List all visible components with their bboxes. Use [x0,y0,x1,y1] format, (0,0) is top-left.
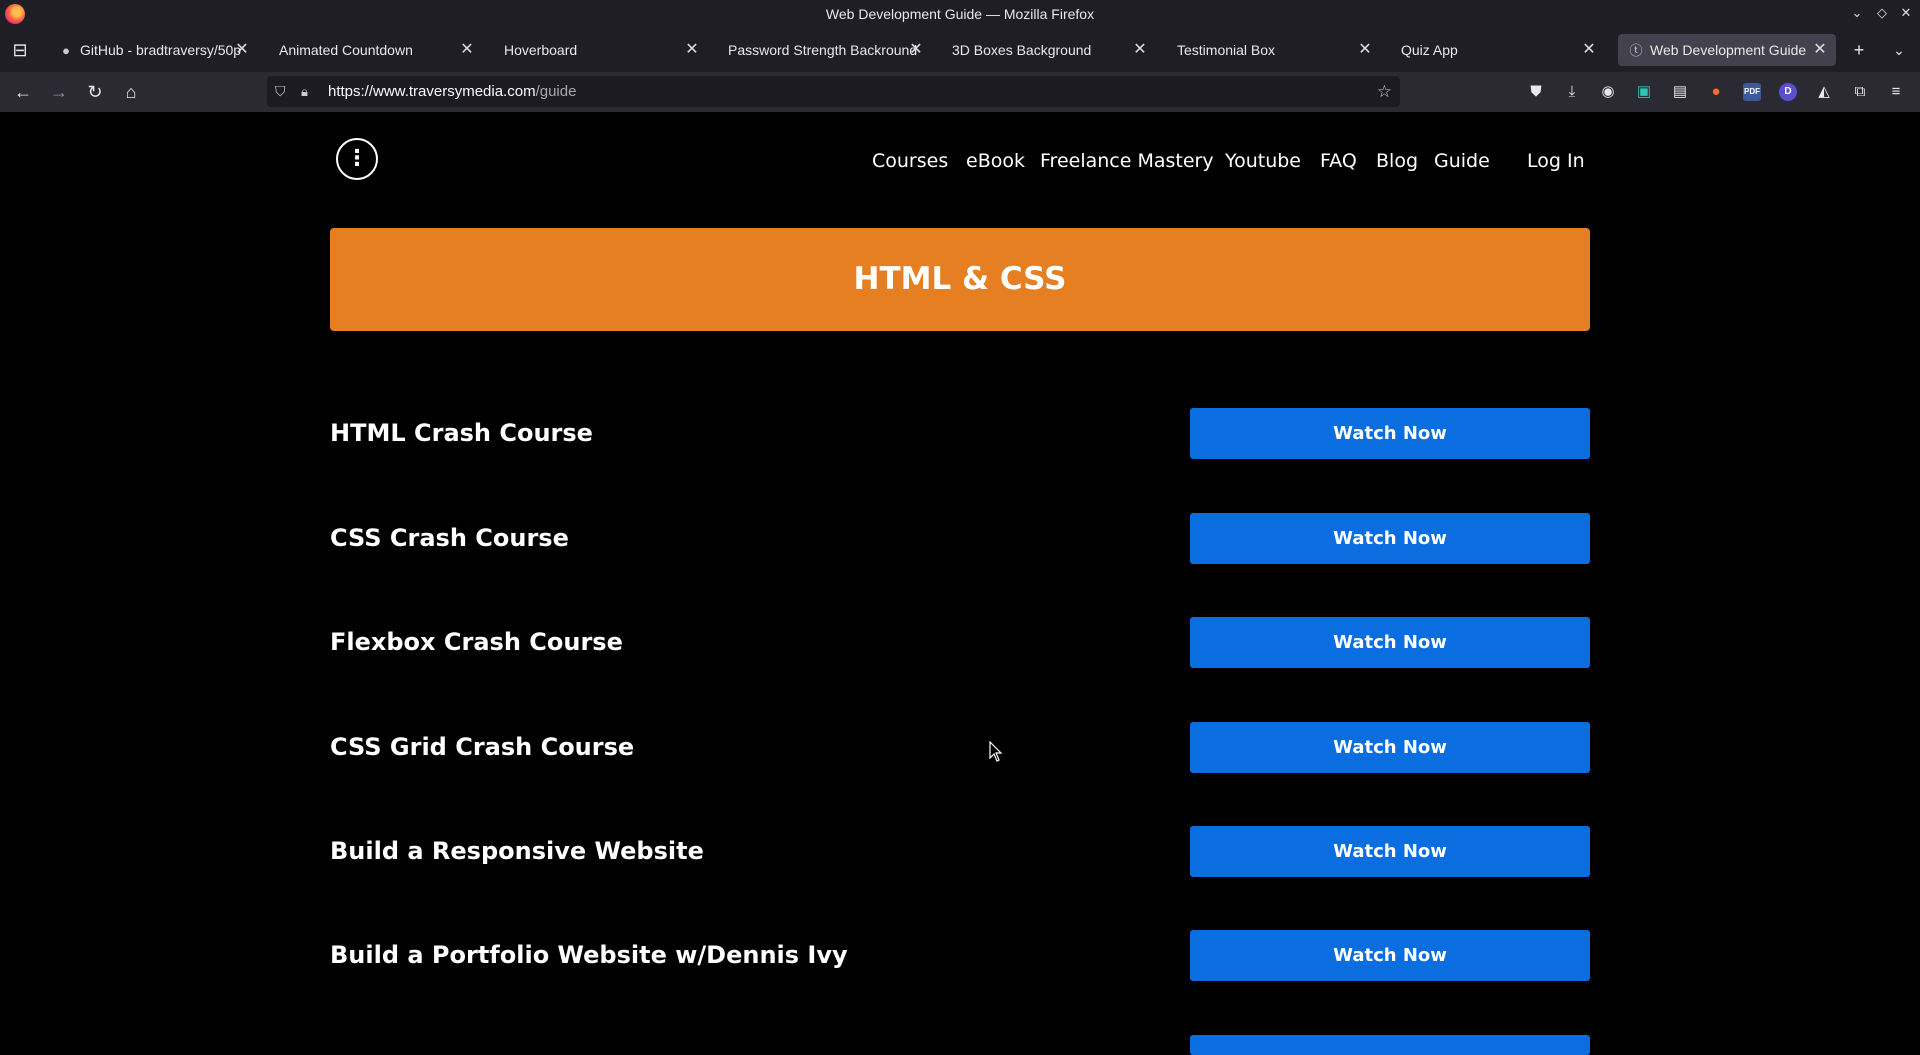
traversy-favicon-icon: ⓣ [1629,43,1643,58]
navigation-toolbar: ← → ↻ ⌂ ⛉ 🔒︎ https://www.traversymedia.c… [0,72,1920,112]
close-tab-icon[interactable]: ✕ [1130,34,1150,66]
watch-now-button[interactable]: Watch Now [1190,826,1590,877]
tab-github[interactable]: ● GitHub - bradtraversy/50p ✕ [48,34,258,66]
extensions-icon[interactable]: ⧉ [1848,80,1872,104]
nav-link-freelance-mastery[interactable]: Freelance Mastery [1040,150,1214,172]
nav-link-faq[interactable]: FAQ [1320,150,1357,172]
tab-password-strength[interactable]: Password Strength Backround ✕ [718,34,932,66]
nav-link-youtube[interactable]: Youtube [1225,150,1301,172]
d-extension-icon[interactable]: D [1779,83,1797,101]
course-title: CSS Grid Crash Course [330,733,635,761]
forward-icon[interactable]: → [43,76,75,108]
tab-quiz-app[interactable]: Quiz App ✕ [1391,34,1605,66]
vpn-extension-icon[interactable]: ◭ [1812,80,1836,104]
close-tab-icon[interactable]: ✕ [682,34,702,66]
watch-now-button[interactable]: Watch Now [1190,513,1590,564]
lock-icon[interactable]: 🔒︎ [301,76,308,107]
home-icon[interactable]: ⌂ [115,76,147,108]
course-row: CSS Crash Course Watch Now [330,513,1590,564]
web-page: ⋮ Courses eBook Freelance Mastery Youtub… [0,112,1920,1055]
nav-link-courses[interactable]: Courses [872,150,948,172]
back-icon[interactable]: ← [7,76,39,108]
close-tab-icon[interactable]: ✕ [232,34,252,66]
account-icon[interactable]: ◉ [1596,80,1620,104]
course-title: CSS Crash Course [330,524,569,552]
window-titlebar: Web Development Guide — Mozilla Firefox … [0,0,1920,28]
pocket-icon[interactable]: ⛊ [1524,80,1548,104]
save-extension-icon[interactable]: ▣ [1632,80,1656,104]
watch-now-button-partial[interactable] [1190,1035,1590,1055]
close-tab-icon[interactable]: ✕ [457,34,477,66]
menu-icon[interactable]: ≡ [1884,80,1908,104]
duckduckgo-icon[interactable]: ● [1704,80,1728,104]
github-icon: ● [62,43,70,58]
new-tab-icon[interactable]: + [1843,34,1875,66]
course-row: HTML Crash Course Watch Now [330,408,1590,459]
login-link[interactable]: Log In [1527,150,1585,172]
maximize-icon[interactable]: ◇ [1872,0,1892,28]
course-row: Build a Portfolio Website w/Dennis Ivy W… [330,930,1590,981]
watch-now-button[interactable]: Watch Now [1190,408,1590,459]
tab-list-icon[interactable]: ⊟ [4,34,36,66]
course-title: HTML Crash Course [330,419,593,447]
minimize-icon[interactable]: ⌄ [1847,0,1867,28]
tab-hoverboard[interactable]: Hoverboard ✕ [494,34,708,66]
list-all-tabs-icon[interactable]: ⌄ [1883,34,1915,66]
watch-now-button[interactable]: Watch Now [1190,617,1590,668]
tab-3d-boxes[interactable]: 3D Boxes Background ✕ [942,34,1156,66]
watch-now-button[interactable]: Watch Now [1190,930,1590,981]
window-title: Web Development Guide — Mozilla Firefox [825,6,1095,22]
course-title: Flexbox Crash Course [330,628,623,656]
course-title: Build a Responsive Website [330,837,704,865]
close-window-icon[interactable]: ✕ [1896,0,1916,28]
tracking-protection-icon[interactable]: ⛉ [275,76,286,107]
reload-icon[interactable]: ↻ [79,76,111,108]
news-extension-icon[interactable]: ▤ [1668,80,1692,104]
course-row: Flexbox Crash Course Watch Now [330,617,1590,668]
tab-animated-countdown[interactable]: Animated Countdown ✕ [269,34,483,66]
close-tab-icon[interactable]: ✕ [1579,34,1599,66]
pdf-extension-icon[interactable]: PDF [1743,83,1761,101]
tab-testimonial-box[interactable]: Testimonial Box ✕ [1167,34,1381,66]
section-banner: HTML & CSS [330,228,1590,331]
nav-link-blog[interactable]: Blog [1376,150,1418,172]
url-text[interactable]: https://www.traversymedia.com/guide [328,76,576,107]
mouse-cursor-icon [989,741,1003,762]
site-navigation: Courses eBook Freelance Mastery Youtube … [0,150,1920,176]
bookmark-star-icon[interactable]: ☆ [1377,76,1392,107]
close-tab-icon[interactable]: ✕ [906,34,926,66]
close-tab-icon[interactable]: ✕ [1810,34,1830,66]
address-bar[interactable]: ⛉ 🔒︎ https://www.traversymedia.com/guide… [267,76,1400,107]
close-tab-icon[interactable]: ✕ [1355,34,1375,66]
tab-web-development-guide[interactable]: ⓣ Web Development Guide ✕ [1618,34,1836,66]
nav-link-guide[interactable]: Guide [1434,150,1490,172]
course-row: CSS Grid Crash Course Watch Now [330,722,1590,773]
tab-bar: ⊟ ● GitHub - bradtraversy/50p ✕ Animated … [0,28,1920,72]
watch-now-button[interactable]: Watch Now [1190,722,1590,773]
nav-link-ebook[interactable]: eBook [966,150,1025,172]
course-row: Build a Responsive Website Watch Now [330,826,1590,877]
course-title: Build a Portfolio Website w/Dennis Ivy [330,941,848,969]
downloads-icon[interactable]: ⤓ [1560,80,1584,104]
